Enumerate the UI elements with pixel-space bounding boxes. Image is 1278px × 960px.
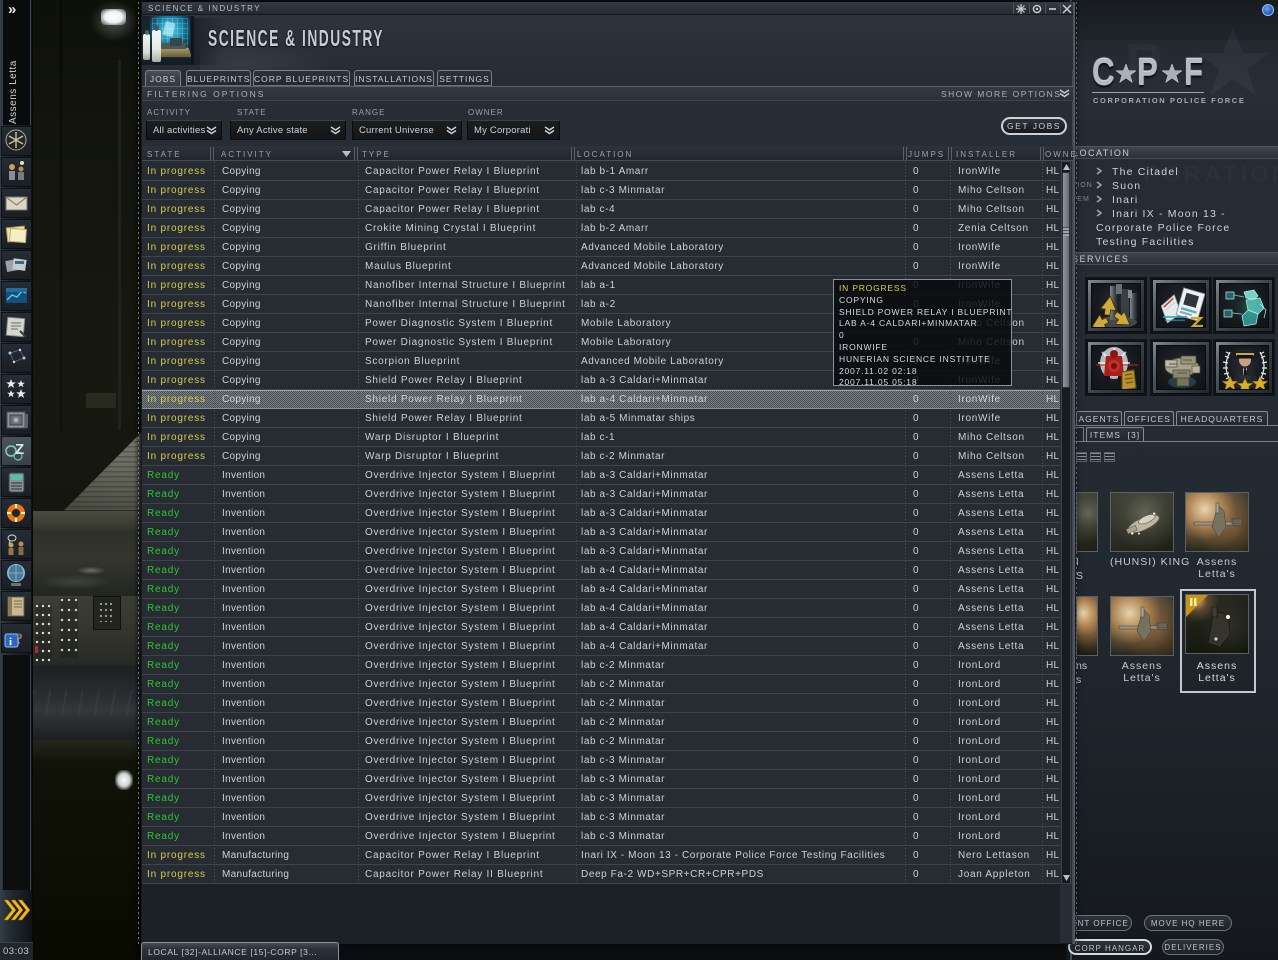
- svg-text:Z: Z: [15, 441, 24, 458]
- svg-text:i: i: [9, 636, 12, 648]
